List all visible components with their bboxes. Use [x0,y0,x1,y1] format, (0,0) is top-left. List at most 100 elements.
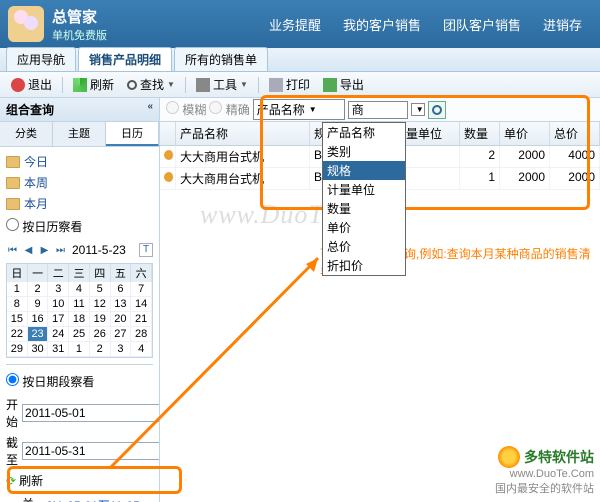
col-qty[interactable]: 数量 [460,122,500,145]
calendar: 日一二三四五六 12345678910111213141516171819202… [6,263,153,358]
weekday-label: 六 [131,264,152,282]
sidebar-collapse-icon[interactable]: « [147,101,153,118]
link-range[interactable]: [11-05-01至11-05-31] [47,497,153,502]
start-date-input[interactable] [22,404,159,422]
calendar-day[interactable]: 2 [90,342,111,357]
combo-option[interactable]: 计量单位 [323,180,405,199]
calendar-day[interactable]: 1 [7,282,28,297]
tab-all-orders[interactable]: 所有的销售单 [174,47,268,71]
calendar-day[interactable]: 30 [28,342,49,357]
date-next-icon[interactable]: ▶ [38,244,51,257]
radio-exact[interactable]: 精确 [209,101,249,118]
weekday-label: 二 [48,264,69,282]
calendar-day[interactable]: 29 [7,342,28,357]
print-button[interactable]: 打印 [264,74,315,95]
calendar-day[interactable]: 27 [111,327,132,342]
radio-fuzzy[interactable]: 模糊 [166,101,206,118]
weekday-label: 三 [69,264,90,282]
calendar-day[interactable]: 5 [90,282,111,297]
calendar-day[interactable]: 3 [48,282,69,297]
sidebar-title: 组合查询 [6,101,54,118]
cell-qty: 2 [460,146,500,167]
calendar-day[interactable]: 15 [7,312,28,327]
tab-product-detail[interactable]: 销售产品明细 [78,47,172,71]
nav-alerts[interactable]: 业务提醒 [269,15,321,34]
calendar-day[interactable]: 11 [69,297,90,312]
quick-week[interactable]: 本周 [6,172,153,193]
calendar-day[interactable]: 25 [69,327,90,342]
side-tab-calendar[interactable]: 日历 [106,122,159,146]
date-first-icon[interactable]: ⏮ [6,244,19,257]
nav-team-sales[interactable]: 团队客户销售 [443,15,521,34]
calendar-day[interactable]: 8 [7,297,28,312]
radio-by-range[interactable]: 按日期段察看 [6,375,94,389]
quick-today[interactable]: 今日 [6,151,153,172]
field-combo-dropdown[interactable]: 产品名称类别规格计量单位数量单价总价折扣价 [322,122,406,276]
col-price[interactable]: 单价 [500,122,550,145]
search-history-combo[interactable]: ▼ [411,103,425,116]
footer-brand: 多特软件站 www.DuoTe.Com 国内最安全的软件站 [495,446,594,496]
calendar-day[interactable]: 10 [48,297,69,312]
field-combo[interactable]: 产品名称▼ [253,99,345,120]
folder-icon [6,177,20,189]
calendar-day[interactable]: 19 [90,312,111,327]
footer-url: www.DuoTe.Com [495,468,594,480]
calendar-day[interactable]: 9 [28,297,49,312]
export-button[interactable]: 导出 [318,74,369,95]
calendar-day[interactable]: 3 [111,342,132,357]
combo-option[interactable]: 规格 [323,161,405,180]
calendar-day[interactable]: 26 [90,327,111,342]
calendar-day[interactable]: 22 [7,327,28,342]
do-search-button[interactable] [428,101,446,119]
cell-total: 4000 [550,146,600,167]
calendar-day[interactable]: 21 [131,312,152,327]
tab-nav[interactable]: 应用导航 [6,47,76,71]
nav-my-sales[interactable]: 我的客户销售 [343,15,421,34]
col-total[interactable]: 总价 [550,122,600,145]
calendar-day[interactable]: 28 [131,327,152,342]
calendar-day[interactable]: 17 [48,312,69,327]
search-button[interactable]: 查找▼ [122,74,180,95]
exit-button[interactable]: 退出 [6,74,57,95]
calendar-day[interactable]: 14 [131,297,152,312]
calendar-day[interactable]: 18 [69,312,90,327]
combo-option[interactable]: 单价 [323,218,405,237]
calendar-day[interactable]: 12 [90,297,111,312]
combo-option[interactable]: 数量 [323,199,405,218]
calendar-day[interactable]: 20 [111,312,132,327]
radio-by-calendar[interactable]: 按日历察看 [6,220,82,234]
search-input[interactable] [348,101,408,119]
calendar-day[interactable]: 2 [28,282,49,297]
sidebar: 组合查询 « 分类 主题 日历 今日 本周 本月 按日历察看 ⏮ ◀ ▶ ⏭ 2… [0,98,160,502]
cell-name: 大大商用台式机 [176,146,310,167]
app-subtitle: 单机免费版 [52,27,269,43]
side-tab-category[interactable]: 分类 [0,122,53,146]
side-tab-topic[interactable]: 主题 [53,122,106,146]
app-title: 总管家 [52,6,269,27]
calendar-day[interactable]: 4 [69,282,90,297]
calendar-day[interactable]: 16 [28,312,49,327]
combo-option[interactable]: 折扣价 [323,256,405,275]
combo-option[interactable]: 总价 [323,237,405,256]
combo-option[interactable]: 类别 [323,142,405,161]
calendar-day[interactable]: 1 [69,342,90,357]
tools-button[interactable]: 工具▼ [191,74,253,95]
date-prev-icon[interactable]: ◀ [22,244,35,257]
quick-month[interactable]: 本月 [6,193,153,214]
calendar-day[interactable]: 4 [131,342,152,357]
cell-total: 2000 [550,168,600,189]
today-button[interactable]: T [139,243,153,257]
calendar-day[interactable]: 13 [111,297,132,312]
combo-option[interactable]: 产品名称 [323,123,405,142]
date-last-icon[interactable]: ⏭ [54,244,67,257]
calendar-day[interactable]: 6 [111,282,132,297]
calendar-day[interactable]: 7 [131,282,152,297]
calendar-day[interactable]: 31 [48,342,69,357]
refresh-button[interactable]: 刷新 [68,74,119,95]
refresh-link[interactable]: ⟳刷新 [6,470,153,491]
col-name[interactable]: 产品名称 [176,122,310,145]
calendar-day[interactable]: 23 [28,327,49,342]
nav-inventory[interactable]: 进销存 [543,15,582,34]
end-date-input[interactable] [22,442,159,460]
calendar-day[interactable]: 24 [48,327,69,342]
